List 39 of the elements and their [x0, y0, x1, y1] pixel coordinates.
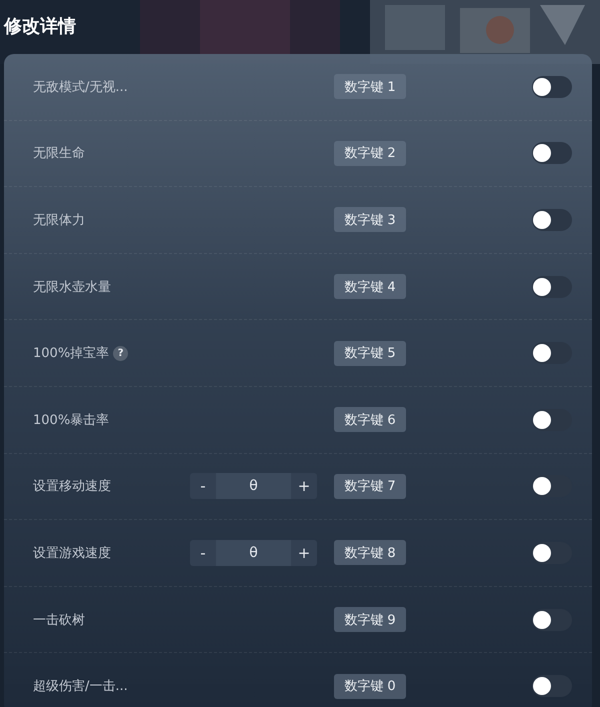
hotkey-label: 数字键 4: [334, 274, 406, 300]
toggle-switch[interactable]: [532, 208, 572, 231]
option-label: 设置游戏速度: [33, 544, 111, 562]
toggle-switch[interactable]: [532, 542, 572, 564]
option-label: 无敌模式/无视...: [33, 78, 128, 96]
option-label: 设置移动速度: [33, 478, 111, 496]
hotkey-label: 数字键 7: [334, 474, 406, 499]
hotkey-label: 数字键 5: [334, 340, 406, 366]
increment-button[interactable]: +: [291, 540, 317, 566]
page-title: 修改详情: [4, 15, 77, 39]
option-label: 100%掉宝率: [33, 345, 110, 362]
number-stepper[interactable]: - θ +: [190, 473, 317, 500]
option-label: 100%暴击率: [33, 412, 110, 429]
option-label: 无限生命: [33, 145, 85, 162]
help-icon[interactable]: ?: [113, 346, 128, 361]
toggle-switch[interactable]: [532, 142, 572, 164]
toggle-switch[interactable]: [532, 342, 572, 364]
option-label: 无限体力: [33, 212, 85, 229]
hotkey-label: 数字键 2: [334, 140, 406, 166]
toggle-switch[interactable]: [532, 608, 572, 631]
increment-button[interactable]: +: [291, 473, 317, 500]
option-label: 一击砍树: [33, 612, 85, 629]
decrement-button[interactable]: -: [190, 540, 216, 566]
toggle-switch[interactable]: [532, 675, 572, 698]
option-label: 超级伤害/一击...: [33, 678, 128, 696]
hotkey-label: 数字键 6: [334, 407, 406, 432]
number-stepper[interactable]: - θ +: [190, 540, 317, 566]
hotkey-label: 数字键 3: [334, 207, 406, 232]
hotkey-label: 数字键 0: [334, 674, 406, 699]
option-label: 无限水壶水量: [33, 278, 111, 296]
toggle-switch[interactable]: [532, 408, 572, 431]
stepper-value[interactable]: θ: [216, 540, 291, 566]
hotkey-label: 数字键 8: [334, 540, 406, 566]
toggle-switch[interactable]: [532, 276, 572, 298]
decrement-button[interactable]: -: [190, 473, 216, 500]
stepper-value[interactable]: θ: [216, 473, 291, 500]
hotkey-label: 数字键 9: [334, 607, 406, 632]
hotkey-label: 数字键 1: [334, 74, 406, 100]
toggle-switch[interactable]: [532, 76, 572, 98]
